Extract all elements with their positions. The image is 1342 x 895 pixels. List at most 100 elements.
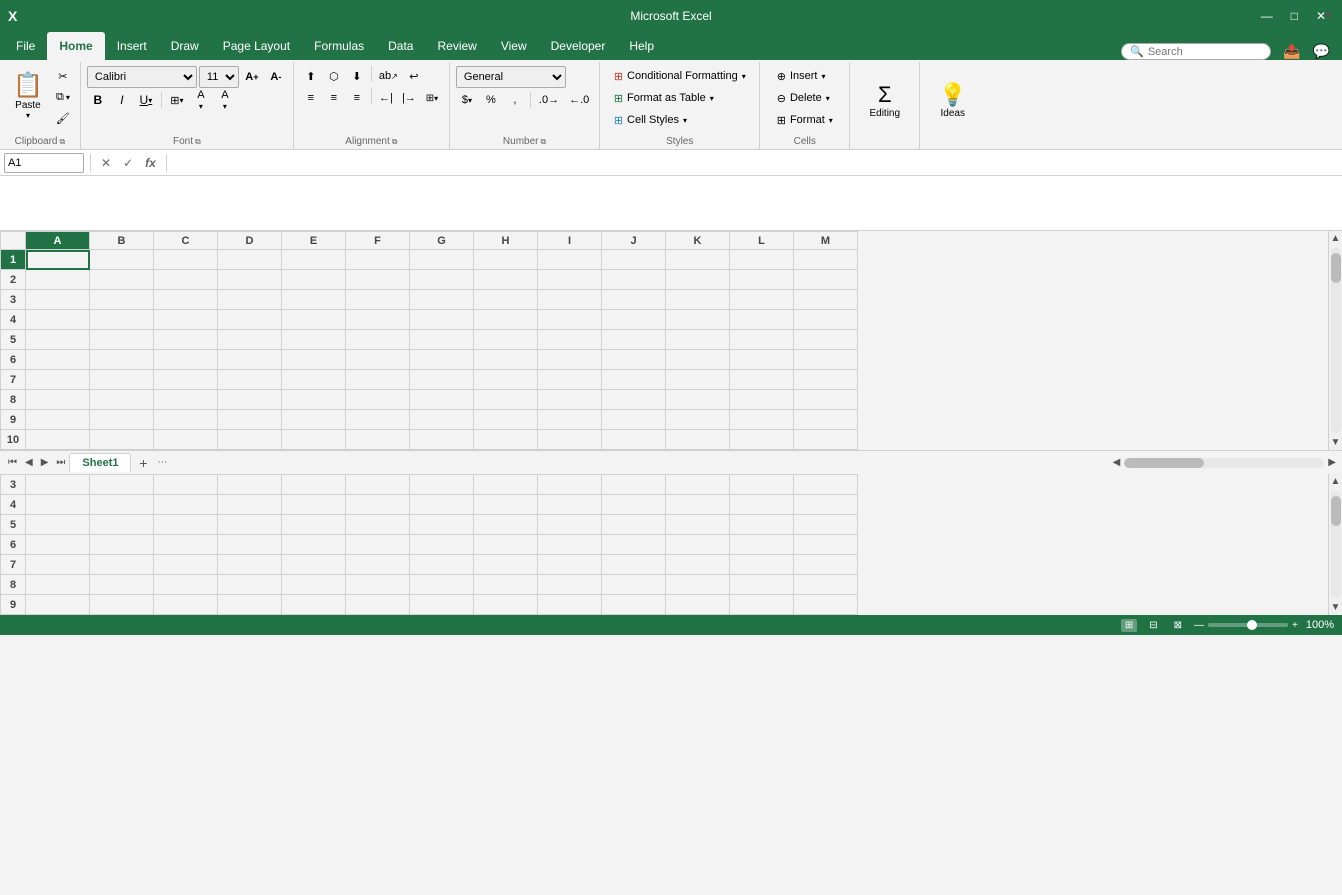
cell-F9[interactable]	[346, 410, 410, 430]
cell2-M5[interactable]	[794, 515, 858, 535]
format-painter-button[interactable]: 🖌	[52, 108, 74, 128]
font-color-button[interactable]: A ▾	[214, 90, 236, 110]
tab-file[interactable]: File	[4, 32, 47, 60]
cell2-J5[interactable]	[602, 515, 666, 535]
delete-btn[interactable]: ⊖ Delete ▾	[773, 88, 837, 108]
number-format-select[interactable]: General Number Currency Percentage Text	[456, 66, 566, 88]
name-box[interactable]	[4, 153, 84, 173]
tab-developer[interactable]: Developer	[539, 32, 618, 60]
cell2-J8[interactable]	[602, 575, 666, 595]
cell-K5[interactable]	[666, 330, 730, 350]
cell2-G8[interactable]	[410, 575, 474, 595]
cell2-A5[interactable]	[26, 515, 90, 535]
cell-J3[interactable]	[602, 290, 666, 310]
cell-A9[interactable]	[26, 410, 90, 430]
cell2-E4[interactable]	[282, 495, 346, 515]
font-size-select[interactable]: 11 8910 121416	[199, 66, 239, 88]
cell-styles-btn[interactable]: ⊞ Cell Styles ▾	[610, 110, 750, 130]
cell-A5[interactable]	[26, 330, 90, 350]
row-header-2-8[interactable]: 8	[1, 575, 26, 595]
ideas-button[interactable]: 💡 Ideas	[928, 71, 978, 129]
cell2-H4[interactable]	[474, 495, 538, 515]
cell2-C3[interactable]	[154, 475, 218, 495]
cell-C6[interactable]	[154, 350, 218, 370]
normal-view-btn[interactable]: ⊞	[1121, 619, 1137, 632]
cell-E10[interactable]	[282, 430, 346, 450]
row-header-4[interactable]: 4	[1, 310, 26, 330]
col-header-a[interactable]: A	[26, 232, 90, 250]
cell-C9[interactable]	[154, 410, 218, 430]
cell2-H8[interactable]	[474, 575, 538, 595]
cell-B4[interactable]	[90, 310, 154, 330]
cell-H10[interactable]	[474, 430, 538, 450]
cell-B10[interactable]	[90, 430, 154, 450]
corner-cell[interactable]	[1, 232, 26, 250]
align-top-btn[interactable]: ⬆	[300, 66, 322, 86]
confirm-formula-btn[interactable]: ✓	[119, 155, 137, 171]
page-break-btn[interactable]: ⊠	[1170, 619, 1186, 632]
tab-home[interactable]: Home	[47, 32, 104, 60]
number-expand-btn[interactable]: ⧉	[541, 137, 547, 147]
cell2-G6[interactable]	[410, 535, 474, 555]
cell2-B8[interactable]	[90, 575, 154, 595]
col-header-e[interactable]: E	[282, 232, 346, 250]
cell2-F4[interactable]	[346, 495, 410, 515]
row-header-2-3[interactable]: 3	[1, 475, 26, 495]
cell2-D9[interactable]	[218, 595, 282, 615]
increase-decimal-btn[interactable]: .0→	[535, 90, 563, 110]
minimize-btn[interactable]: —	[1253, 9, 1281, 23]
cell-I5[interactable]	[538, 330, 602, 350]
maximize-btn[interactable]: □	[1283, 9, 1306, 23]
cell-D7[interactable]	[218, 370, 282, 390]
decrease-decimal-btn[interactable]: ←.0	[565, 90, 593, 110]
cell2-L4[interactable]	[730, 495, 794, 515]
cell-C5[interactable]	[154, 330, 218, 350]
cell-K8[interactable]	[666, 390, 730, 410]
format-btn[interactable]: ⊞ Format ▾	[773, 110, 837, 130]
cell2-F7[interactable]	[346, 555, 410, 575]
cell2-L8[interactable]	[730, 575, 794, 595]
cell-C10[interactable]	[154, 430, 218, 450]
wrap-text-btn[interactable]: ↩	[403, 66, 425, 86]
sheet-nav-first[interactable]: ⏮	[4, 455, 21, 470]
format-as-table-btn[interactable]: ⊞ Format as Table ▾	[610, 88, 750, 108]
cell2-F9[interactable]	[346, 595, 410, 615]
cell-K10[interactable]	[666, 430, 730, 450]
cell-D3[interactable]	[218, 290, 282, 310]
cell-E3[interactable]	[282, 290, 346, 310]
cell-K7[interactable]	[666, 370, 730, 390]
search-input[interactable]	[1148, 46, 1258, 58]
decrease-indent-btn[interactable]: ←|	[375, 88, 397, 108]
scroll-down-btn[interactable]: ▼	[1329, 435, 1342, 450]
cell-G10[interactable]	[410, 430, 474, 450]
cell-D6[interactable]	[218, 350, 282, 370]
alignment-expand-btn[interactable]: ⧉	[392, 137, 398, 147]
cell2-J6[interactable]	[602, 535, 666, 555]
zoom-track[interactable]	[1208, 623, 1288, 627]
cell2-M9[interactable]	[794, 595, 858, 615]
cell2-G5[interactable]	[410, 515, 474, 535]
cell2-D5[interactable]	[218, 515, 282, 535]
cell2-E9[interactable]	[282, 595, 346, 615]
cell-B7[interactable]	[90, 370, 154, 390]
zoom-thumb[interactable]	[1247, 620, 1257, 630]
share-icon[interactable]: 📤	[1283, 43, 1300, 60]
col-header-i[interactable]: I	[538, 232, 602, 250]
cell-A8[interactable]	[26, 390, 90, 410]
cell-F7[interactable]	[346, 370, 410, 390]
cell-G9[interactable]	[410, 410, 474, 430]
cell-K4[interactable]	[666, 310, 730, 330]
cell2-B5[interactable]	[90, 515, 154, 535]
cell2-H7[interactable]	[474, 555, 538, 575]
tab-view[interactable]: View	[489, 32, 539, 60]
cell2-I4[interactable]	[538, 495, 602, 515]
tab-draw[interactable]: Draw	[159, 32, 211, 60]
cell-F8[interactable]	[346, 390, 410, 410]
row-header-2[interactable]: 2	[1, 270, 26, 290]
cell-M7[interactable]	[794, 370, 858, 390]
cell-L6[interactable]	[730, 350, 794, 370]
cell-L10[interactable]	[730, 430, 794, 450]
cell-B9[interactable]	[90, 410, 154, 430]
fx-button[interactable]: fx	[141, 155, 160, 171]
h-scroll-left[interactable]: ◀	[1111, 455, 1123, 470]
